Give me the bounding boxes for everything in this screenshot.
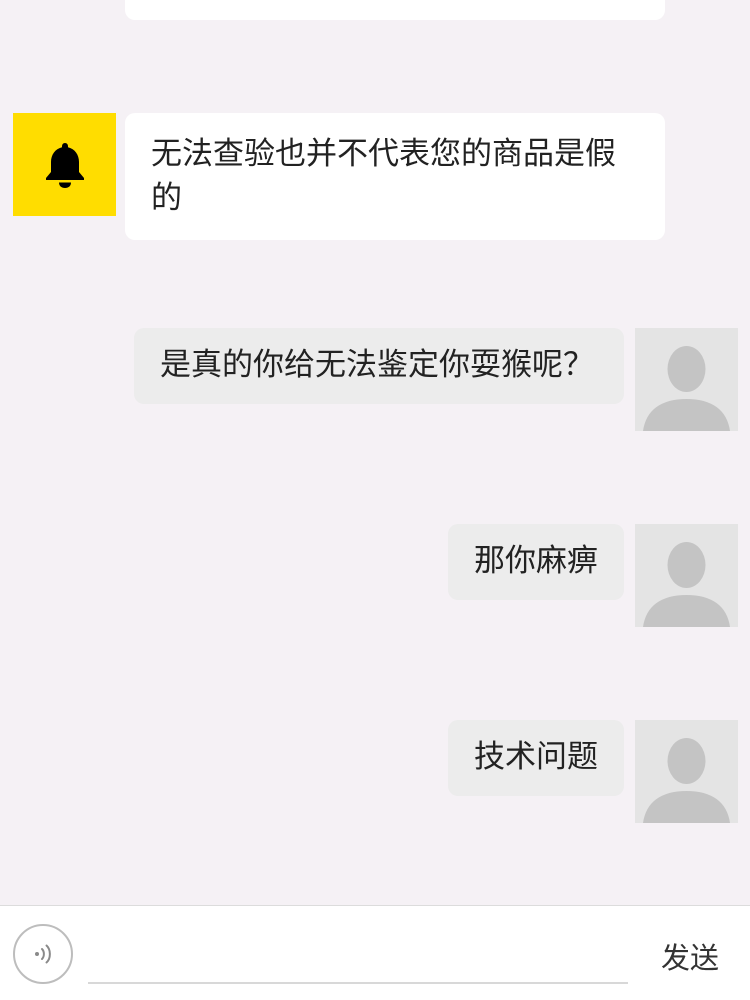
default-avatar-icon (643, 542, 730, 627)
message-text: 是真的你给无法鉴定你耍猴呢？ (160, 347, 594, 383)
message-bubble-partial (125, 0, 665, 20)
default-avatar-icon (643, 346, 730, 431)
system-avatar (13, 113, 116, 216)
voice-icon (35, 944, 51, 964)
message-input[interactable] (88, 928, 628, 984)
input-bar: 发送 (0, 905, 750, 1000)
message-bubble-outgoing: 是真的你给无法鉴定你耍猴呢？ (134, 328, 624, 404)
message-bubble-incoming: 无法查验也并不代表您的商品是假的 (125, 113, 665, 240)
message-text: 那你麻痹 (474, 543, 598, 579)
user-avatar[interactable] (635, 328, 738, 431)
message-text: 技术问题 (474, 739, 598, 775)
message-bubble-outgoing: 技术问题 (448, 720, 624, 796)
message-bubble-outgoing: 那你麻痹 (448, 524, 624, 600)
send-button[interactable]: 发送 (645, 936, 735, 980)
user-avatar[interactable] (635, 720, 738, 823)
default-avatar-icon (643, 738, 730, 823)
bell-icon (45, 142, 84, 188)
user-avatar[interactable] (635, 524, 738, 627)
chat-area: 无法查验也并不代表您的商品是假的 是真的你给无法鉴定你耍猴呢？ 那你麻痹 技术问… (0, 0, 750, 905)
message-text: 无法查验也并不代表您的商品是假的 (151, 136, 616, 216)
voice-button[interactable] (13, 924, 73, 984)
